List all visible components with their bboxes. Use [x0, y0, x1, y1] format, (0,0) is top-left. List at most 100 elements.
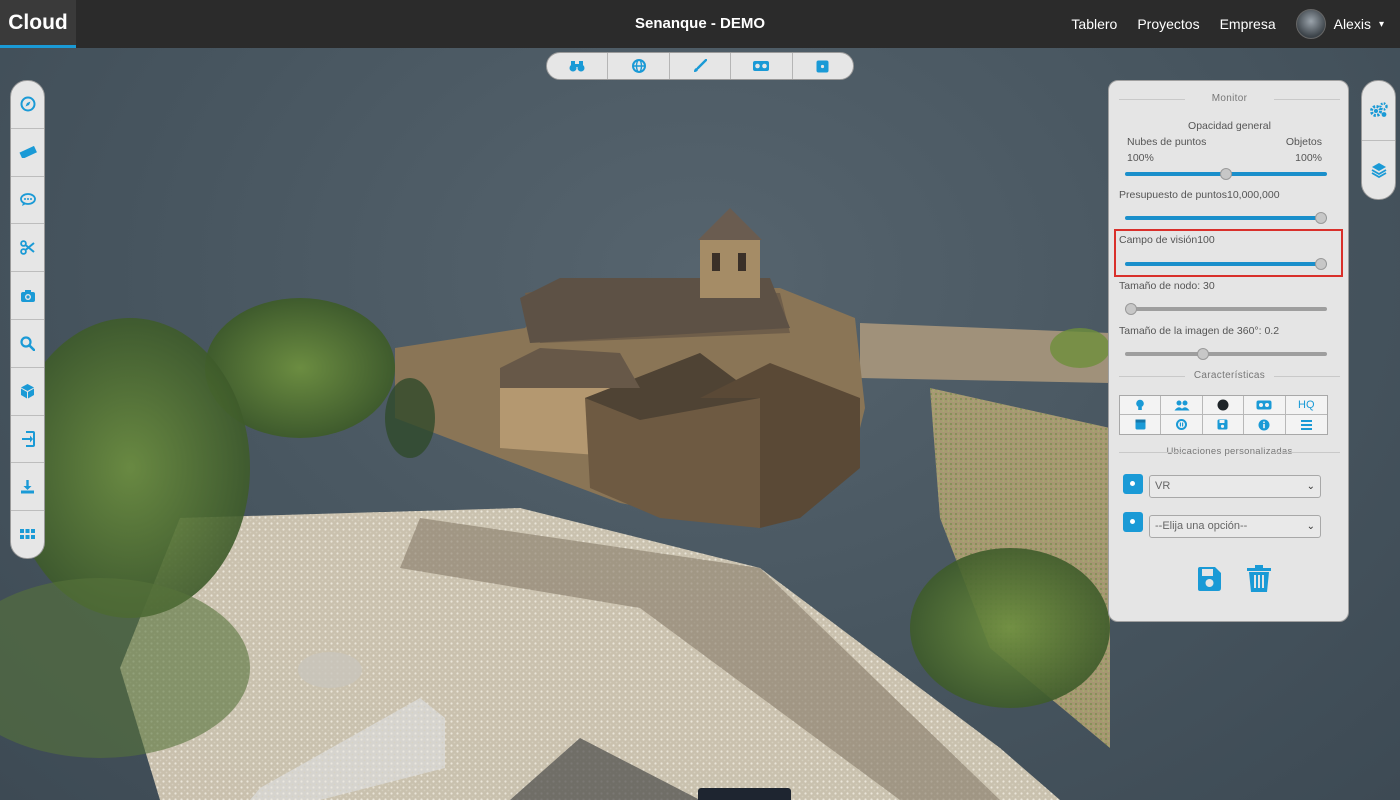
location-select-1[interactable]: VR ⌄ [1149, 475, 1321, 498]
project-title: Senanque - DEMO [634, 15, 765, 32]
feature-hq-button[interactable]: HQ [1285, 396, 1327, 415]
download-icon [21, 480, 34, 494]
opacity-slider-knob[interactable] [1220, 168, 1232, 180]
list-icon [1300, 419, 1312, 430]
save-location-button[interactable] [1196, 566, 1222, 595]
settings-icon [1176, 419, 1188, 430]
paintbrush-icon [694, 59, 708, 72]
location-row-1 [1123, 474, 1143, 494]
vr-button[interactable] [731, 53, 793, 79]
node-size-knob[interactable] [1125, 303, 1137, 315]
locations-section-title: Ubicaciones personalizadas [1109, 444, 1350, 460]
feature-list-button[interactable] [1286, 415, 1327, 434]
nav-link-tablero[interactable]: Tablero [1071, 16, 1117, 32]
view-toolbar [546, 52, 854, 80]
feature-users-button[interactable] [1161, 396, 1203, 415]
opacity-right-label: Objetos [1285, 136, 1322, 148]
layers-icon [1371, 162, 1386, 178]
nav-link-proyectos[interactable]: Proyectos [1137, 16, 1199, 32]
hq-label: HQ [1298, 399, 1315, 411]
bottom-panel-tab[interactable] [698, 788, 791, 800]
measure-button[interactable] [11, 129, 44, 177]
globe-icon [631, 59, 646, 73]
image-360-size-label: Tamaño de la imagen de 360°: 0.2 [1119, 325, 1280, 337]
location-dice-icon [1123, 512, 1143, 532]
save-icon [1217, 419, 1228, 430]
location-row-2 [1123, 512, 1143, 532]
apps-button[interactable] [11, 511, 44, 558]
chevron-down-icon: ⌄ [1306, 481, 1315, 492]
compass-icon [20, 96, 35, 112]
grid-icon [20, 528, 35, 539]
vr-icon [1256, 400, 1272, 410]
trash-icon [1247, 565, 1271, 592]
opacity-right-value: 100% [1295, 152, 1322, 164]
settings-toolbar [1361, 80, 1396, 200]
dice-button[interactable] [793, 53, 853, 79]
opacity-slider[interactable] [1125, 168, 1327, 180]
annotation-button[interactable] [11, 177, 44, 225]
monitor-panel: Monitor Opacidad general Nubes de puntos… [1108, 80, 1349, 622]
user-name: Alexis [1333, 16, 1371, 32]
layers-button[interactable] [1362, 141, 1395, 200]
node-size-slider[interactable] [1125, 303, 1327, 315]
ruler-icon [18, 146, 37, 159]
paintbrush-button[interactable] [670, 53, 732, 79]
camera-icon [20, 289, 35, 302]
save-icon [1198, 567, 1221, 591]
top-navbar: Cloud Senanque - DEMO Tablero Proyectos … [0, 0, 1400, 48]
brand-logo[interactable]: Cloud [0, 0, 76, 48]
feature-settings-button[interactable] [1161, 415, 1203, 434]
search-icon [20, 336, 35, 351]
nav-link-empresa[interactable]: Empresa [1220, 16, 1276, 32]
lightbulb-icon [1136, 399, 1144, 410]
image-360-size-knob[interactable] [1197, 348, 1210, 360]
binoculars-button[interactable] [547, 53, 609, 79]
delete-location-button[interactable] [1246, 565, 1272, 596]
avatar [1295, 9, 1326, 39]
feature-save-button[interactable] [1203, 415, 1245, 434]
scissors-icon [20, 240, 35, 256]
location-dice-icon [1123, 474, 1143, 494]
cube-icon [21, 384, 34, 399]
feature-point-button[interactable] [1202, 396, 1245, 415]
clip-button[interactable] [11, 224, 44, 273]
opacity-label: Opacidad general [1188, 120, 1271, 132]
import-icon [21, 430, 35, 447]
image-360-size-slider[interactable] [1125, 348, 1327, 360]
feature-lightbulb-button[interactable] [1120, 396, 1162, 415]
feature-vr-button[interactable] [1244, 396, 1286, 415]
cogs-icon [1369, 102, 1388, 118]
globe-button[interactable] [608, 53, 670, 79]
info-icon [1258, 419, 1270, 430]
opacity-left-value: 100% [1127, 152, 1154, 164]
location-select-2-value: --Elija una opción-- [1155, 520, 1248, 532]
user-menu[interactable]: Alexis ▾ [1295, 9, 1384, 39]
comment-icon [19, 193, 36, 206]
fov-highlight-box [1114, 229, 1343, 277]
nav-links: Tablero Proyectos Empresa Alexis ▾ [1071, 0, 1384, 48]
chevron-down-icon: ▾ [1378, 18, 1384, 30]
screenshot-button[interactable] [11, 272, 44, 320]
point-budget-knob[interactable] [1315, 212, 1327, 224]
features-grid: HQ [1119, 395, 1328, 435]
users-icon [1174, 400, 1190, 410]
vr-goggles-icon [753, 61, 770, 71]
download-button[interactable] [11, 463, 44, 512]
settings-button[interactable] [1362, 81, 1395, 141]
location-select-2[interactable]: --Elija una opción-- ⌄ [1149, 515, 1321, 538]
location-select-1-value: VR [1155, 480, 1171, 492]
features-section-title: Características [1109, 368, 1350, 384]
compass-button[interactable] [11, 81, 44, 129]
monitor-section-title: Monitor [1109, 91, 1350, 107]
volume-button[interactable] [11, 368, 44, 416]
feature-box-button[interactable] [1120, 415, 1162, 434]
chevron-down-icon: ⌄ [1306, 521, 1315, 532]
feature-info-button[interactable] [1244, 415, 1286, 434]
search-button[interactable] [11, 320, 44, 368]
point-budget-slider[interactable] [1125, 212, 1327, 224]
import-button[interactable] [11, 416, 44, 464]
binoculars-icon [569, 61, 585, 72]
box-icon [1135, 419, 1146, 430]
tools-toolbar [10, 80, 45, 559]
